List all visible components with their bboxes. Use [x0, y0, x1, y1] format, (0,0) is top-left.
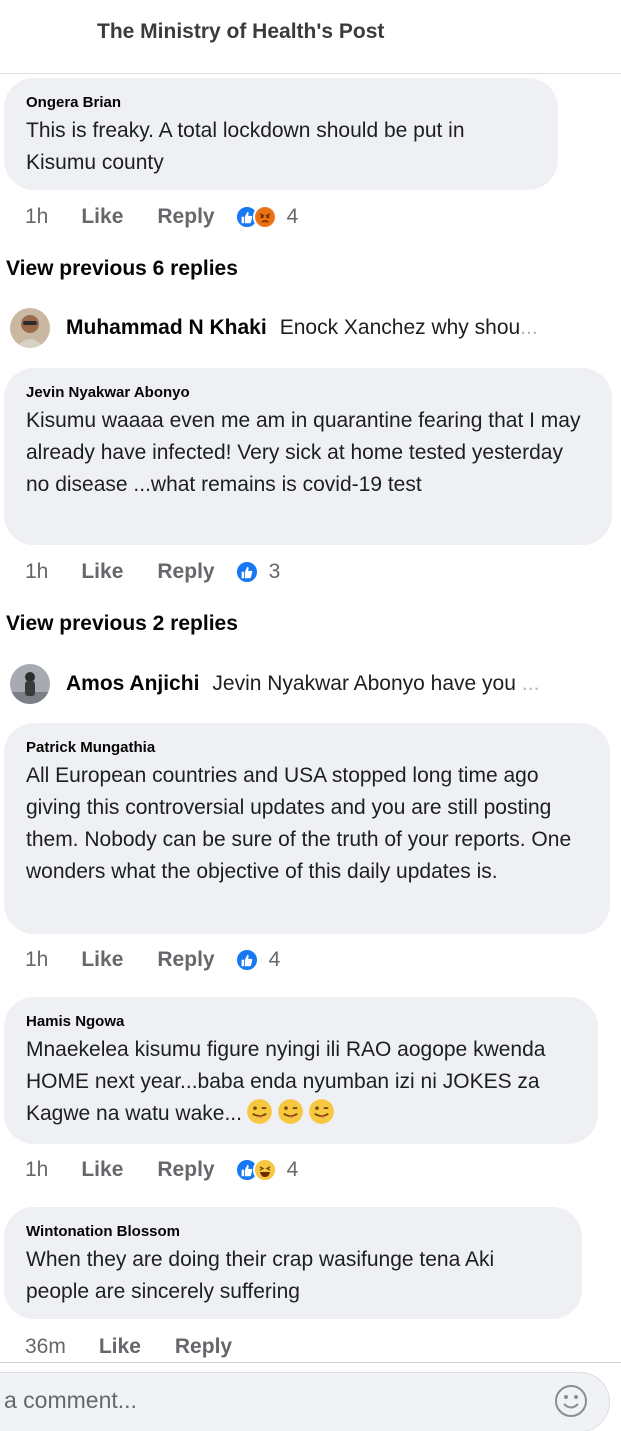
reply-preview[interactable]: Amos Anjichi Jevin Nyakwar Abonyo have y…: [10, 662, 600, 706]
divider: [0, 1362, 621, 1363]
comment-time[interactable]: 1h: [25, 560, 48, 584]
comment-author[interactable]: Patrick Mungathia: [26, 739, 590, 756]
angry-icon: [252, 205, 277, 229]
winking-tongue-emoji: [309, 1099, 334, 1124]
page-title: The Ministry of Health's Post: [97, 20, 385, 43]
comment-author[interactable]: Wintonation Blossom: [26, 1223, 562, 1240]
reply-ellipsis: ...: [521, 672, 540, 695]
comment-bubble[interactable]: Ongera Brian This is freaky. A total loc…: [4, 78, 558, 190]
comment-placeholder[interactable]: a comment...: [4, 1387, 137, 1414]
post-header: The Ministry of Health's Post: [0, 0, 621, 74]
comment-meta: 1h Like Reply 3: [25, 557, 280, 587]
comment-bubble[interactable]: Wintonation Blossom When they are doing …: [4, 1207, 582, 1319]
comment-time[interactable]: 1h: [25, 948, 48, 972]
reactions[interactable]: [234, 205, 277, 229]
like-button[interactable]: Like: [81, 205, 123, 229]
view-previous-replies[interactable]: View previous 2 replies: [6, 612, 238, 636]
avatar[interactable]: [10, 308, 50, 348]
view-previous-replies[interactable]: View previous 6 replies: [6, 257, 238, 281]
avatar[interactable]: [10, 664, 50, 704]
like-button[interactable]: Like: [99, 1335, 141, 1359]
reply-button[interactable]: Reply: [157, 205, 214, 229]
reply-text: Enock Xanchez why shou: [279, 316, 521, 339]
winking-tongue-emoji: [278, 1099, 303, 1124]
comment-meta: 1h Like Reply 4: [25, 1155, 298, 1185]
winking-tongue-emoji: [247, 1099, 272, 1124]
reactions[interactable]: [234, 948, 259, 972]
like-icon: [234, 948, 259, 972]
reply-text: Jevin Nyakwar Abonyo have you: [212, 672, 516, 695]
comment-author[interactable]: Hamis Ngowa: [26, 1013, 578, 1030]
reactions[interactable]: [234, 1158, 277, 1182]
comment-text: When they are doing their crap wasifunge…: [26, 1248, 495, 1303]
reply-button[interactable]: Reply: [157, 560, 214, 584]
like-button[interactable]: Like: [81, 1158, 123, 1182]
comment-bubble[interactable]: Patrick Mungathia All European countries…: [4, 723, 610, 934]
reactions[interactable]: [234, 560, 259, 584]
comment-bubble[interactable]: Jevin Nyakwar Abonyo Kisumu waaaa even m…: [4, 368, 612, 545]
reply-preview[interactable]: Muhammad N Khaki Enock Xanchez why shou.…: [10, 306, 600, 350]
comment-time[interactable]: 1h: [25, 205, 48, 229]
comment-meta: 1h Like Reply 4: [25, 945, 280, 975]
reply-author[interactable]: Muhammad N Khaki: [66, 316, 267, 340]
reply-author[interactable]: Amos Anjichi: [66, 672, 199, 696]
comment-time[interactable]: 36m: [25, 1335, 66, 1359]
comment-author[interactable]: Ongera Brian: [26, 94, 538, 111]
comment-time[interactable]: 1h: [25, 1158, 48, 1182]
comment-text: This is freaky. A total lockdown should …: [26, 119, 465, 174]
reaction-count[interactable]: 4: [287, 1158, 299, 1182]
reply-ellipsis: ...: [520, 316, 538, 339]
comment-meta: 1h Like Reply 4: [25, 202, 298, 232]
comment-text-wrapper: Mnaekelea kisumu figure nyingi ili RAO a…: [26, 1034, 578, 1130]
comment-author[interactable]: Jevin Nyakwar Abonyo: [26, 384, 592, 401]
reaction-count[interactable]: 4: [287, 205, 299, 229]
reply-button[interactable]: Reply: [157, 948, 214, 972]
comment-text: All European countries and USA stopped l…: [26, 764, 572, 883]
haha-icon: [252, 1158, 277, 1182]
comment-bubble[interactable]: Hamis Ngowa Mnaekelea kisumu figure nyin…: [4, 997, 598, 1144]
comment-text: Kisumu waaaa even me am in quarantine fe…: [26, 409, 581, 496]
like-button[interactable]: Like: [81, 560, 123, 584]
reply-button[interactable]: Reply: [175, 1335, 232, 1359]
reply-button[interactable]: Reply: [157, 1158, 214, 1182]
like-icon: [234, 560, 259, 584]
reaction-count[interactable]: 4: [269, 948, 281, 972]
smiley-icon[interactable]: [554, 1384, 588, 1418]
like-button[interactable]: Like: [81, 948, 123, 972]
reaction-count[interactable]: 3: [269, 560, 281, 584]
comment-meta: 36m Like Reply: [25, 1332, 232, 1362]
